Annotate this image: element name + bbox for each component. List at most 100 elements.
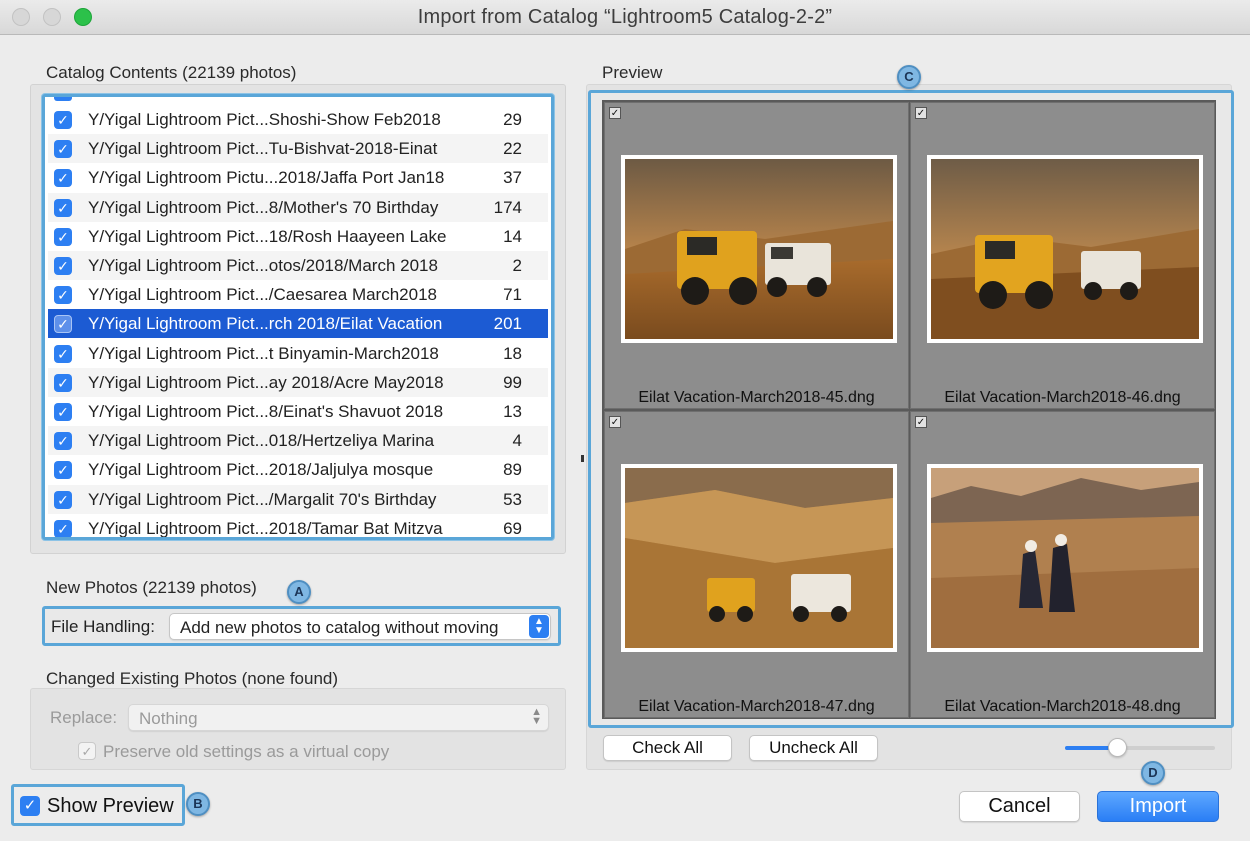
file-handling-select[interactable]: Add new photos to catalog without moving… [169,613,551,640]
window-title: Import from Catalog “Lightroom5 Catalog-… [417,6,833,28]
preview-cell[interactable]: ✓ Eilat Vacation-March2018-48.dng [910,411,1215,718]
preview-thumbnail [621,155,897,343]
replace-select[interactable]: Nothing ▲ ▼ [128,704,549,731]
row-count: 89 [503,460,522,480]
preview-heading: Preview [602,63,663,82]
row-path: Y/Yigal Lightroom Pict...otos/2018/March… [88,256,438,275]
row-checkbox[interactable]: ✓ [54,140,72,159]
row-checkbox[interactable]: ✓ [54,490,72,509]
catalog-folder-list[interactable]: ✓ Y/Yigal Lightroom Pict...Shoshi-Show Fe… [42,94,554,540]
callout-badge-d: D [1141,761,1165,785]
replace-value: Nothing [139,709,198,728]
row-checkbox[interactable]: ✓ [54,227,72,246]
row-path: Y/Yigal Lightroom Pict...8/Mother's 70 B… [88,197,439,217]
row-checkbox[interactable]: ✓ [54,111,72,129]
catalog-row[interactable]: ✓ Y/Yigal Lightroom Pict...Tu-Bishvat-201… [48,134,548,164]
import-button[interactable]: Import [1097,791,1219,822]
show-preview-label: Show Preview [47,795,174,817]
show-preview-checkbox[interactable]: ✓ [20,796,40,816]
catalog-row[interactable]: ✓ Y/Yigal Lightroom Pictu...2018/Jaffa Po… [48,163,548,192]
catalog-row[interactable]: ✓ Y/Yigal Lightroom Pict.../Caesarea Marc… [48,280,548,309]
preview-file-name: Eilat Vacation-March2018-46.dng [944,389,1181,406]
row-checkbox[interactable]: ✓ [54,432,72,451]
row-count: 201 [493,314,522,334]
catalog-row[interactable]: ✓ Y/Yigal Lightroom Pict...2018/Tamar Bat… [48,514,548,538]
row-count: 99 [503,372,522,392]
preview-checkbox[interactable]: ✓ [609,416,621,428]
preview-checkbox[interactable]: ✓ [915,107,927,119]
row-count: 14 [503,226,522,246]
replace-label: Replace: [50,708,118,727]
splitter-handle[interactable] [581,455,584,462]
preserve-settings-checkbox[interactable]: ✓ [78,742,96,760]
row-path: Y/Yigal Lightroom Pict...Tu-Bishvat-2018… [88,139,438,159]
row-checkbox[interactable]: ✓ [54,519,72,537]
preview-file-name: Eilat Vacation-March2018-47.dng [638,698,875,715]
preview-thumbnail [927,155,1203,343]
row-checkbox[interactable]: ✓ [54,344,72,363]
catalog-row[interactable]: ✓ Y/Yigal Lightroom Pict...018/Hertzeliya… [48,426,548,456]
preview-file-name: Eilat Vacation-March2018-45.dng [638,389,875,406]
row-path: Y/Yigal Lightroom Pict.../Caesarea March… [88,285,437,305]
catalog-contents-heading: Catalog Contents (22139 photos) [46,63,297,82]
preview-file-name: Eilat Vacation-March2018-48.dng [944,698,1181,715]
slider-knob[interactable] [1107,738,1127,757]
file-handling-label: File Handling: [51,617,155,636]
preview-checkbox[interactable]: ✓ [609,107,621,119]
catalog-row[interactable]: ✓ Y/Yigal Lightroom Pict...8/Einat's Shav… [48,397,548,426]
catalog-row[interactable]: ✓ Y/Yigal Lightroom Pict...rch 2018/Eilat… [48,309,548,339]
row-count: 18 [503,343,522,363]
row-checkbox[interactable]: ✓ [54,198,72,217]
row-checkbox[interactable]: ✓ [54,169,72,188]
catalog-row[interactable]: ✓ Y/Yigal Lightroom Pict...Shoshi-Show Fe… [48,105,548,134]
preview-cell[interactable]: ✓ Eilat Vacation-March2018-46.dng [910,102,1215,409]
cancel-button[interactable]: Cancel [959,791,1080,822]
row-checkbox[interactable]: ✓ [54,315,72,334]
catalog-row[interactable]: ✓ Y/Yigal Lightroom Pict...t Binyamin-Mar… [48,339,548,368]
row-count: 53 [503,489,522,509]
catalog-row[interactable]: ✓ Y/Yigal Lightroom Pict...ay 2018/Acre M… [48,367,548,397]
row-checkbox[interactable]: ✓ [54,373,72,392]
row-path: Y/Yigal Lightroom Pict...18/Rosh Haayeen… [88,226,447,246]
callout-badge-b: B [186,792,210,816]
row-count: 2 [512,256,522,275]
select-stepper-icon: ▲ ▼ [529,615,549,638]
row-count: 13 [503,402,522,421]
row-checkbox[interactable]: ✓ [54,403,72,421]
uncheck-all-button[interactable]: Uncheck All [749,735,878,761]
catalog-row[interactable]: ✓ Y/Yigal Lightroom Pict.../Margalit 70's… [48,484,548,514]
preview-thumbnail [927,464,1203,652]
row-path: Y/Yigal Lightroom Pict...2018/Jaljulya m… [88,460,434,480]
check-all-button[interactable]: Check All [603,735,732,761]
row-count: 29 [503,110,522,129]
row-count: 69 [503,518,522,538]
preview-cell[interactable]: ✓ Eilat Vacation-March2018-47.dng [604,411,909,718]
callout-badge-c: C [897,65,921,89]
row-path: Y/Yigal Lightroom Pictu...2018/Jaffa Por… [88,168,445,188]
catalog-row[interactable]: ✓ Y/Yigal Lightroom Pict...otos/2018/Marc… [48,251,548,280]
show-preview-toggle[interactable]: ✓ Show Preview [11,784,185,826]
row-checkbox[interactable]: ✓ [54,286,72,305]
catalog-row[interactable]: ✓ Y/Yigal Lightroom Pict...8/Mother's 70 … [48,192,548,222]
row-count: 71 [503,285,522,305]
row-checkbox[interactable]: ✓ [54,257,72,275]
thumbnail-size-slider[interactable] [1065,746,1215,750]
preview-grid: ✓ Eilat Vacation-March2018-45.dng ✓ Eila… [602,100,1216,719]
row-path: Y/Yigal Lightroom Pict...Shoshi-Show Feb… [88,110,441,129]
catalog-row[interactable]: ✓ Y/Yigal Lightroom Pict...2018/Jaljulya … [48,455,548,484]
row-count: 22 [503,139,522,159]
replace-stepper-icon: ▲ ▼ [531,706,542,727]
file-handling-value: Add new photos to catalog without moving [180,618,499,637]
catalog-row[interactable]: ✓ Y/Yigal Lightroom Pict...18/Rosh Haayee… [48,222,548,251]
changed-photos-heading: Changed Existing Photos (none found) [46,669,339,688]
row-checkbox[interactable]: ✓ [54,461,72,480]
file-handling-row: File Handling: Add new photos to catalog… [42,606,561,646]
preview-checkbox[interactable]: ✓ [915,416,927,428]
row-count: 37 [503,168,522,188]
row-path: Y/Yigal Lightroom Pict...2018/Tamar Bat … [88,518,443,538]
row-count: 4 [512,431,522,451]
new-photos-heading: New Photos (22139 photos) [46,578,257,597]
row-path: Y/Yigal Lightroom Pict...018/Hertzeliya … [88,431,435,451]
preview-cell[interactable]: ✓ Eilat Vacation-March2018-45.dng [604,102,909,409]
preview-thumbnail [621,464,897,652]
